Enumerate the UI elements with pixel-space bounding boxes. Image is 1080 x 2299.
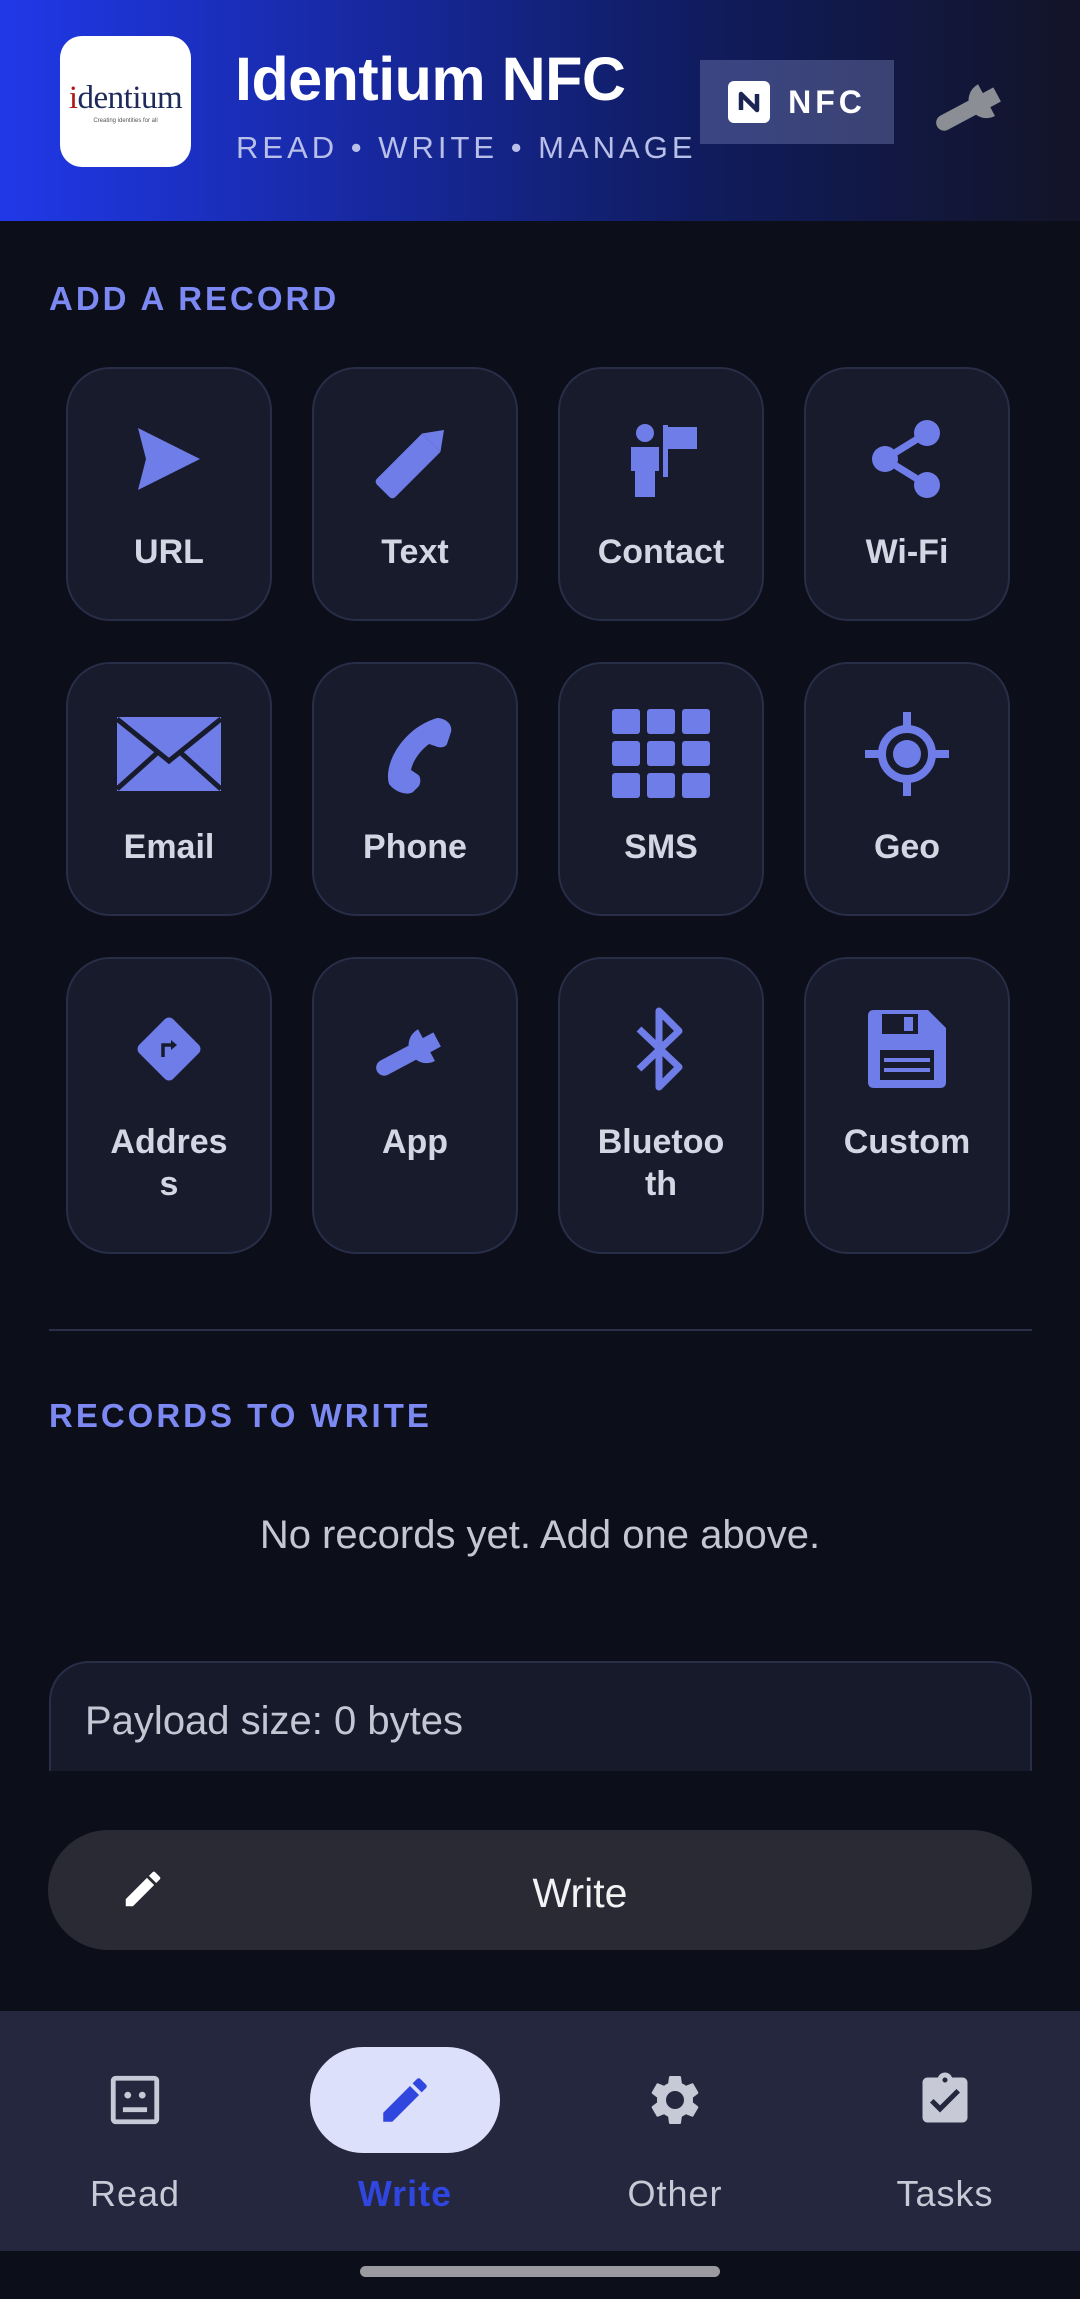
phone-icon — [375, 714, 455, 794]
tile-label: URL — [134, 533, 204, 571]
tile-phone[interactable]: Phone — [312, 662, 518, 916]
share-icon — [867, 419, 947, 499]
tile-sms[interactable]: SMS — [558, 662, 764, 916]
contact-icon — [621, 419, 701, 499]
nav-label: Other — [627, 2173, 723, 2214]
write-button[interactable]: Write — [48, 1830, 1032, 1950]
nav-tasks[interactable]: Tasks — [810, 2011, 1080, 2251]
tile-label: Email — [123, 828, 215, 866]
tile-custom[interactable]: Custom — [804, 957, 1010, 1254]
tile-wifi[interactable]: Wi-Fi — [804, 367, 1010, 621]
nav-label: Tasks — [896, 2173, 994, 2214]
section-divider — [49, 1329, 1032, 1331]
add-record-heading: ADD A RECORD — [49, 280, 340, 317]
pencil-icon — [370, 419, 460, 499]
tile-email[interactable]: Email — [66, 662, 272, 916]
nav-other[interactable]: Other — [540, 2011, 810, 2251]
crosshair-icon — [865, 712, 949, 796]
app-header: identium Creating identities for all Ide… — [0, 0, 1080, 221]
floppy-icon — [868, 1009, 946, 1089]
bluetooth-icon — [633, 1007, 689, 1091]
app-title: Identium NFC — [235, 45, 626, 113]
wrench-icon — [365, 1009, 465, 1089]
tile-label: App — [381, 1123, 449, 1161]
grid-icon — [612, 709, 710, 798]
clipboard-check-icon — [850, 2047, 1040, 2153]
tile-label: Text — [381, 533, 449, 571]
envelope-icon — [117, 714, 221, 794]
send-icon — [134, 419, 204, 499]
tile-app[interactable]: App — [312, 957, 518, 1254]
tile-label: Address — [110, 1123, 228, 1203]
nfc-icon — [728, 81, 771, 123]
write-button-label: Write — [532, 1870, 628, 1916]
empty-records-message: No records yet. Add one above. — [259, 1513, 821, 1557]
tile-label: Custom — [843, 1123, 971, 1161]
nav-label: Write — [357, 2173, 453, 2214]
tile-label: Wi-Fi — [865, 533, 949, 571]
nav-label: Read — [89, 2173, 181, 2214]
nav-read[interactable]: Read — [0, 2011, 270, 2251]
tile-label: SMS — [624, 828, 698, 866]
logo-tagline: Creating identities for all — [93, 117, 158, 124]
nfc-status-badge[interactable]: NFC — [700, 60, 894, 144]
tile-label: Phone — [363, 828, 467, 866]
bottom-navigation: Read Write Other Tasks — [0, 2011, 1080, 2251]
tile-bluetooth[interactable]: Bluetooth — [558, 957, 764, 1254]
logo-wordmark: identium — [68, 79, 183, 116]
tile-geo[interactable]: Geo — [804, 662, 1010, 916]
tile-label: Geo — [873, 828, 941, 866]
tile-address[interactable]: Address — [66, 957, 272, 1254]
payload-size-card: Payload size: 0 bytes — [49, 1661, 1032, 1771]
home-indicator — [360, 2266, 720, 2277]
settings-wrench-icon[interactable] — [925, 66, 1025, 142]
pencil-icon — [310, 2047, 500, 2153]
tile-label: Contact — [597, 533, 725, 571]
read-icon — [40, 2047, 230, 2153]
app-subtitle: READ • WRITE • MANAGE — [236, 130, 697, 165]
directions-icon — [131, 1009, 207, 1089]
app-logo: identium Creating identities for all — [60, 36, 191, 167]
gear-icon — [580, 2047, 770, 2153]
records-heading: RECORDS TO WRITE — [49, 1397, 432, 1434]
tile-label: Bluetooth — [597, 1123, 725, 1203]
tile-url[interactable]: URL — [66, 367, 272, 621]
tile-text[interactable]: Text — [312, 367, 518, 621]
tile-contact[interactable]: Contact — [558, 367, 764, 621]
nav-write[interactable]: Write — [270, 2011, 540, 2251]
nfc-badge-label: NFC — [788, 83, 866, 120]
payload-size-text: Payload size: 0 bytes — [85, 1699, 463, 1743]
